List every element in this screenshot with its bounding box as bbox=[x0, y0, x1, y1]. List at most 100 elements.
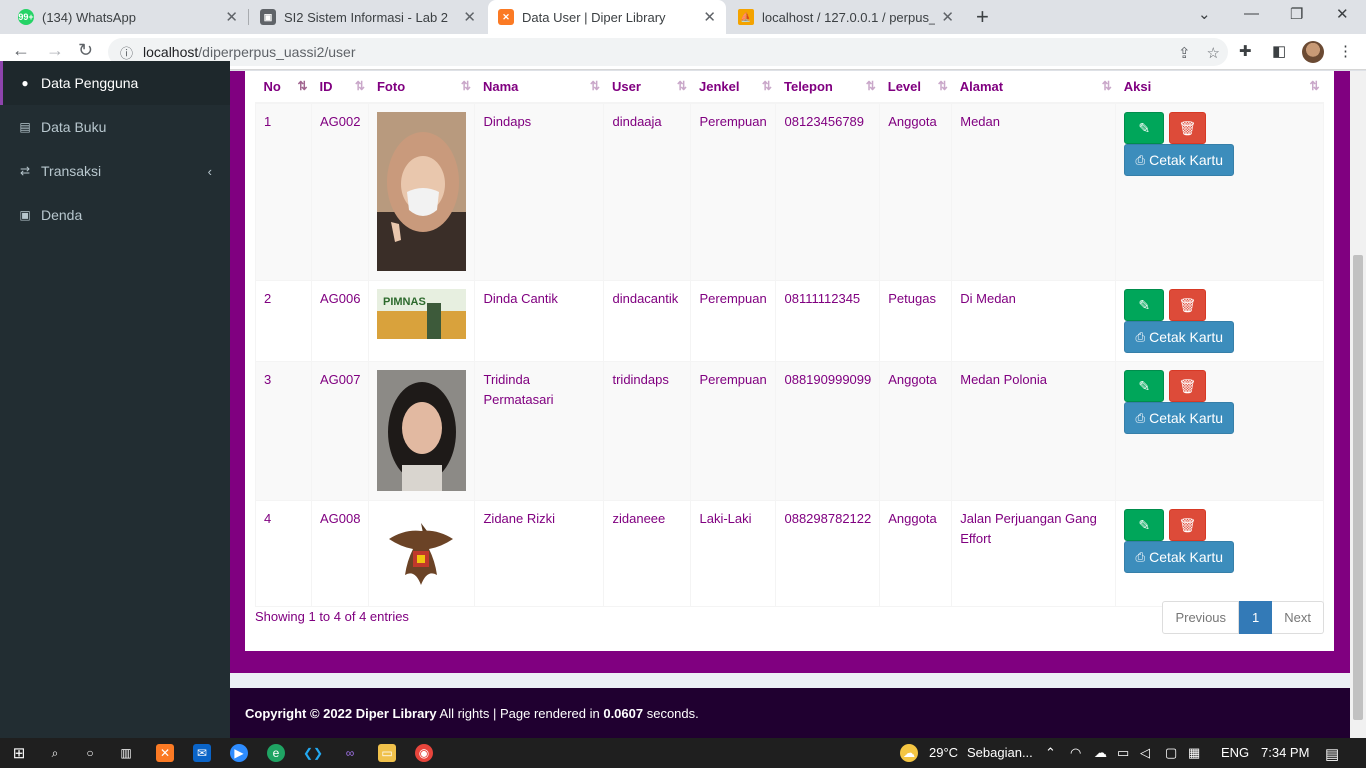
close-icon[interactable]: ✕ bbox=[225, 8, 238, 26]
cell-foto bbox=[368, 499, 476, 607]
share-icon[interactable]: ⇪ bbox=[1178, 44, 1191, 62]
edge-icon[interactable]: e bbox=[267, 744, 285, 762]
camera-icon[interactable]: ▢ bbox=[1165, 745, 1177, 761]
visual-studio-icon[interactable]: ∞ bbox=[341, 744, 359, 762]
weather-icon[interactable]: ☁ bbox=[900, 744, 918, 762]
cell-id: AG007 bbox=[310, 360, 370, 501]
column-header-level[interactable]: Level ⇅ bbox=[879, 71, 952, 104]
sort-icon: ⇅ bbox=[937, 79, 948, 93]
weather-temp[interactable]: 29°C bbox=[929, 745, 958, 760]
vscode-icon[interactable]: ❮❯ bbox=[303, 744, 323, 762]
tab-title: (134) WhatsApp bbox=[42, 9, 136, 25]
column-header-nama[interactable]: Nama ⇅ bbox=[474, 71, 604, 104]
cell-aksi: ✎ 🗑 ⎙ Cetak Kartu bbox=[1115, 499, 1324, 607]
delete-button[interactable]: 🗑 bbox=[1168, 508, 1206, 541]
info-icon[interactable]: ⓘ bbox=[120, 43, 133, 62]
pagination-next[interactable]: Next bbox=[1272, 601, 1324, 634]
edit-button[interactable]: ✎ bbox=[1124, 369, 1165, 402]
delete-button[interactable]: 🗑 bbox=[1168, 369, 1206, 402]
sidebar-item-transaksi[interactable]: ⇄ Transaksi ‹ bbox=[0, 149, 230, 193]
chevron-up-icon[interactable]: ⌃ bbox=[1045, 745, 1056, 761]
trash-icon: 🗑 bbox=[1178, 296, 1197, 313]
pagination-page-1[interactable]: 1 bbox=[1239, 601, 1273, 634]
search-icon[interactable]: ⌕ bbox=[46, 744, 64, 762]
back-icon[interactable]: ← bbox=[12, 40, 30, 61]
delete-button[interactable]: 🗑 bbox=[1168, 288, 1206, 321]
column-header-jenkel[interactable]: Jenkel ⇅ bbox=[690, 71, 776, 104]
new-tab-icon[interactable]: + bbox=[976, 4, 989, 30]
cell-nama: Dindaps bbox=[474, 102, 605, 281]
cell-foto: PIMNAS bbox=[368, 279, 476, 362]
content-bottom-strip bbox=[230, 673, 1350, 688]
menu-icon[interactable]: ⋮ bbox=[1338, 42, 1353, 60]
column-header-foto[interactable]: Foto ⇅ bbox=[368, 71, 475, 104]
column-header-alamat[interactable]: Alamat ⇅ bbox=[951, 71, 1116, 104]
edit-button[interactable]: ✎ bbox=[1124, 288, 1165, 321]
zoom-icon[interactable]: ▶ bbox=[230, 744, 248, 762]
edit-button[interactable]: ✎ bbox=[1124, 112, 1165, 144]
column-header-telepon[interactable]: Telepon ⇅ bbox=[775, 71, 880, 104]
keyboard-icon[interactable]: ▦ bbox=[1188, 745, 1200, 761]
column-header-no[interactable]: No ⇅ bbox=[255, 71, 312, 104]
battery-icon[interactable]: ▭ bbox=[1117, 745, 1129, 761]
cell-level: Anggota bbox=[879, 499, 953, 607]
side-panel-icon[interactable]: ◧ bbox=[1272, 42, 1286, 60]
print-card-button[interactable]: ⎙ Cetak Kartu bbox=[1124, 144, 1235, 176]
extensions-icon[interactable]: ✚ bbox=[1239, 42, 1252, 60]
sidebar-item-data-buku[interactable]: ▤ Data Buku bbox=[0, 105, 230, 149]
print-card-button[interactable]: ⎙ Cetak Kartu bbox=[1124, 540, 1235, 573]
table-info: Showing 1 to 4 of 4 entries bbox=[255, 609, 409, 624]
address-bar[interactable]: ⓘ localhost/diperperpus_uassi2/user ⇪ ☆ bbox=[108, 38, 1228, 66]
reload-icon[interactable]: ↻ bbox=[78, 40, 93, 61]
cortana-icon[interactable]: ○ bbox=[81, 744, 99, 762]
close-icon[interactable]: ✕ bbox=[463, 8, 476, 26]
column-header-user[interactable]: User ⇅ bbox=[603, 71, 691, 104]
wifi-icon[interactable]: ◠ bbox=[1070, 745, 1081, 761]
scrollbar-thumb[interactable] bbox=[1353, 255, 1363, 720]
tab-whatsapp[interactable]: 99+ (134) WhatsApp ✕ bbox=[8, 0, 248, 34]
phpmyadmin-icon: ⛵ bbox=[738, 9, 754, 25]
minimize-icon[interactable]: — bbox=[1244, 5, 1259, 22]
close-window-icon[interactable]: ✕ bbox=[1336, 5, 1349, 23]
weather-desc[interactable]: Sebagian... bbox=[967, 745, 1033, 760]
bookmark-star-icon[interactable]: ☆ bbox=[1207, 44, 1220, 62]
cell-user: tridindaps bbox=[603, 360, 692, 501]
tab-phpmyadmin[interactable]: ⛵ localhost / 127.0.0.1 / perpus_si2 ✕ bbox=[728, 0, 964, 34]
cloud-icon[interactable]: ☁ bbox=[1094, 745, 1107, 761]
table-row: 3 AG007 Tridinda Permatasari tridindaps … bbox=[255, 360, 1324, 501]
cell-alamat: Di Medan bbox=[951, 279, 1117, 362]
pagination-previous[interactable]: Previous bbox=[1162, 601, 1240, 634]
trash-icon: 🗑 bbox=[1178, 120, 1197, 136]
language-indicator[interactable]: ENG bbox=[1221, 745, 1249, 760]
column-header-aksi[interactable]: Aksi ⇅ bbox=[1115, 71, 1324, 104]
close-icon[interactable]: ✕ bbox=[703, 8, 716, 26]
forward-icon[interactable]: → bbox=[46, 40, 64, 61]
restore-icon[interactable]: ❐ bbox=[1290, 5, 1303, 23]
tab-search-icon[interactable]: ⌄ bbox=[1198, 5, 1211, 23]
file-explorer-icon[interactable]: ▭ bbox=[378, 744, 396, 762]
sort-icon: ⇅ bbox=[460, 79, 471, 93]
clock[interactable]: 7:34 PM bbox=[1261, 745, 1309, 760]
sidebar-item-denda[interactable]: ▣ Denda bbox=[0, 193, 230, 237]
footer-copyright: Copyright © 2022 Diper Library bbox=[245, 706, 437, 721]
edit-button[interactable]: ✎ bbox=[1124, 508, 1165, 541]
xampp-icon[interactable]: ✕ bbox=[156, 744, 174, 762]
cell-jenkel: Perempuan bbox=[690, 279, 777, 362]
notification-icon[interactable]: ▤ bbox=[1325, 745, 1339, 763]
tab-si2-lab[interactable]: ▣ SI2 Sistem Informasi - Lab 2 ✕ bbox=[250, 0, 486, 34]
column-header-id[interactable]: ID ⇅ bbox=[311, 71, 369, 104]
sidebar-item-data-pengguna[interactable]: ● Data Pengguna bbox=[0, 61, 230, 105]
tab-data-user[interactable]: ✕ Data User | Diper Library ✕ bbox=[488, 0, 726, 34]
print-card-button[interactable]: ⎙ Cetak Kartu bbox=[1124, 320, 1235, 353]
edit-icon: ✎ bbox=[1138, 516, 1151, 533]
delete-button[interactable]: 🗑 bbox=[1168, 112, 1206, 144]
close-icon[interactable]: ✕ bbox=[941, 8, 954, 26]
windows-start-icon[interactable]: ⊞ bbox=[10, 744, 28, 762]
mail-icon[interactable]: ✉ bbox=[193, 744, 211, 762]
task-view-icon[interactable]: ▥ bbox=[117, 744, 135, 762]
volume-icon[interactable]: ◁ bbox=[1140, 745, 1150, 761]
profile-avatar[interactable] bbox=[1302, 41, 1324, 63]
chrome-icon[interactable]: ◉ bbox=[415, 744, 433, 762]
cell-aksi: ✎ 🗑 ⎙ Cetak Kartu bbox=[1115, 360, 1324, 501]
print-card-button[interactable]: ⎙ Cetak Kartu bbox=[1124, 401, 1235, 434]
